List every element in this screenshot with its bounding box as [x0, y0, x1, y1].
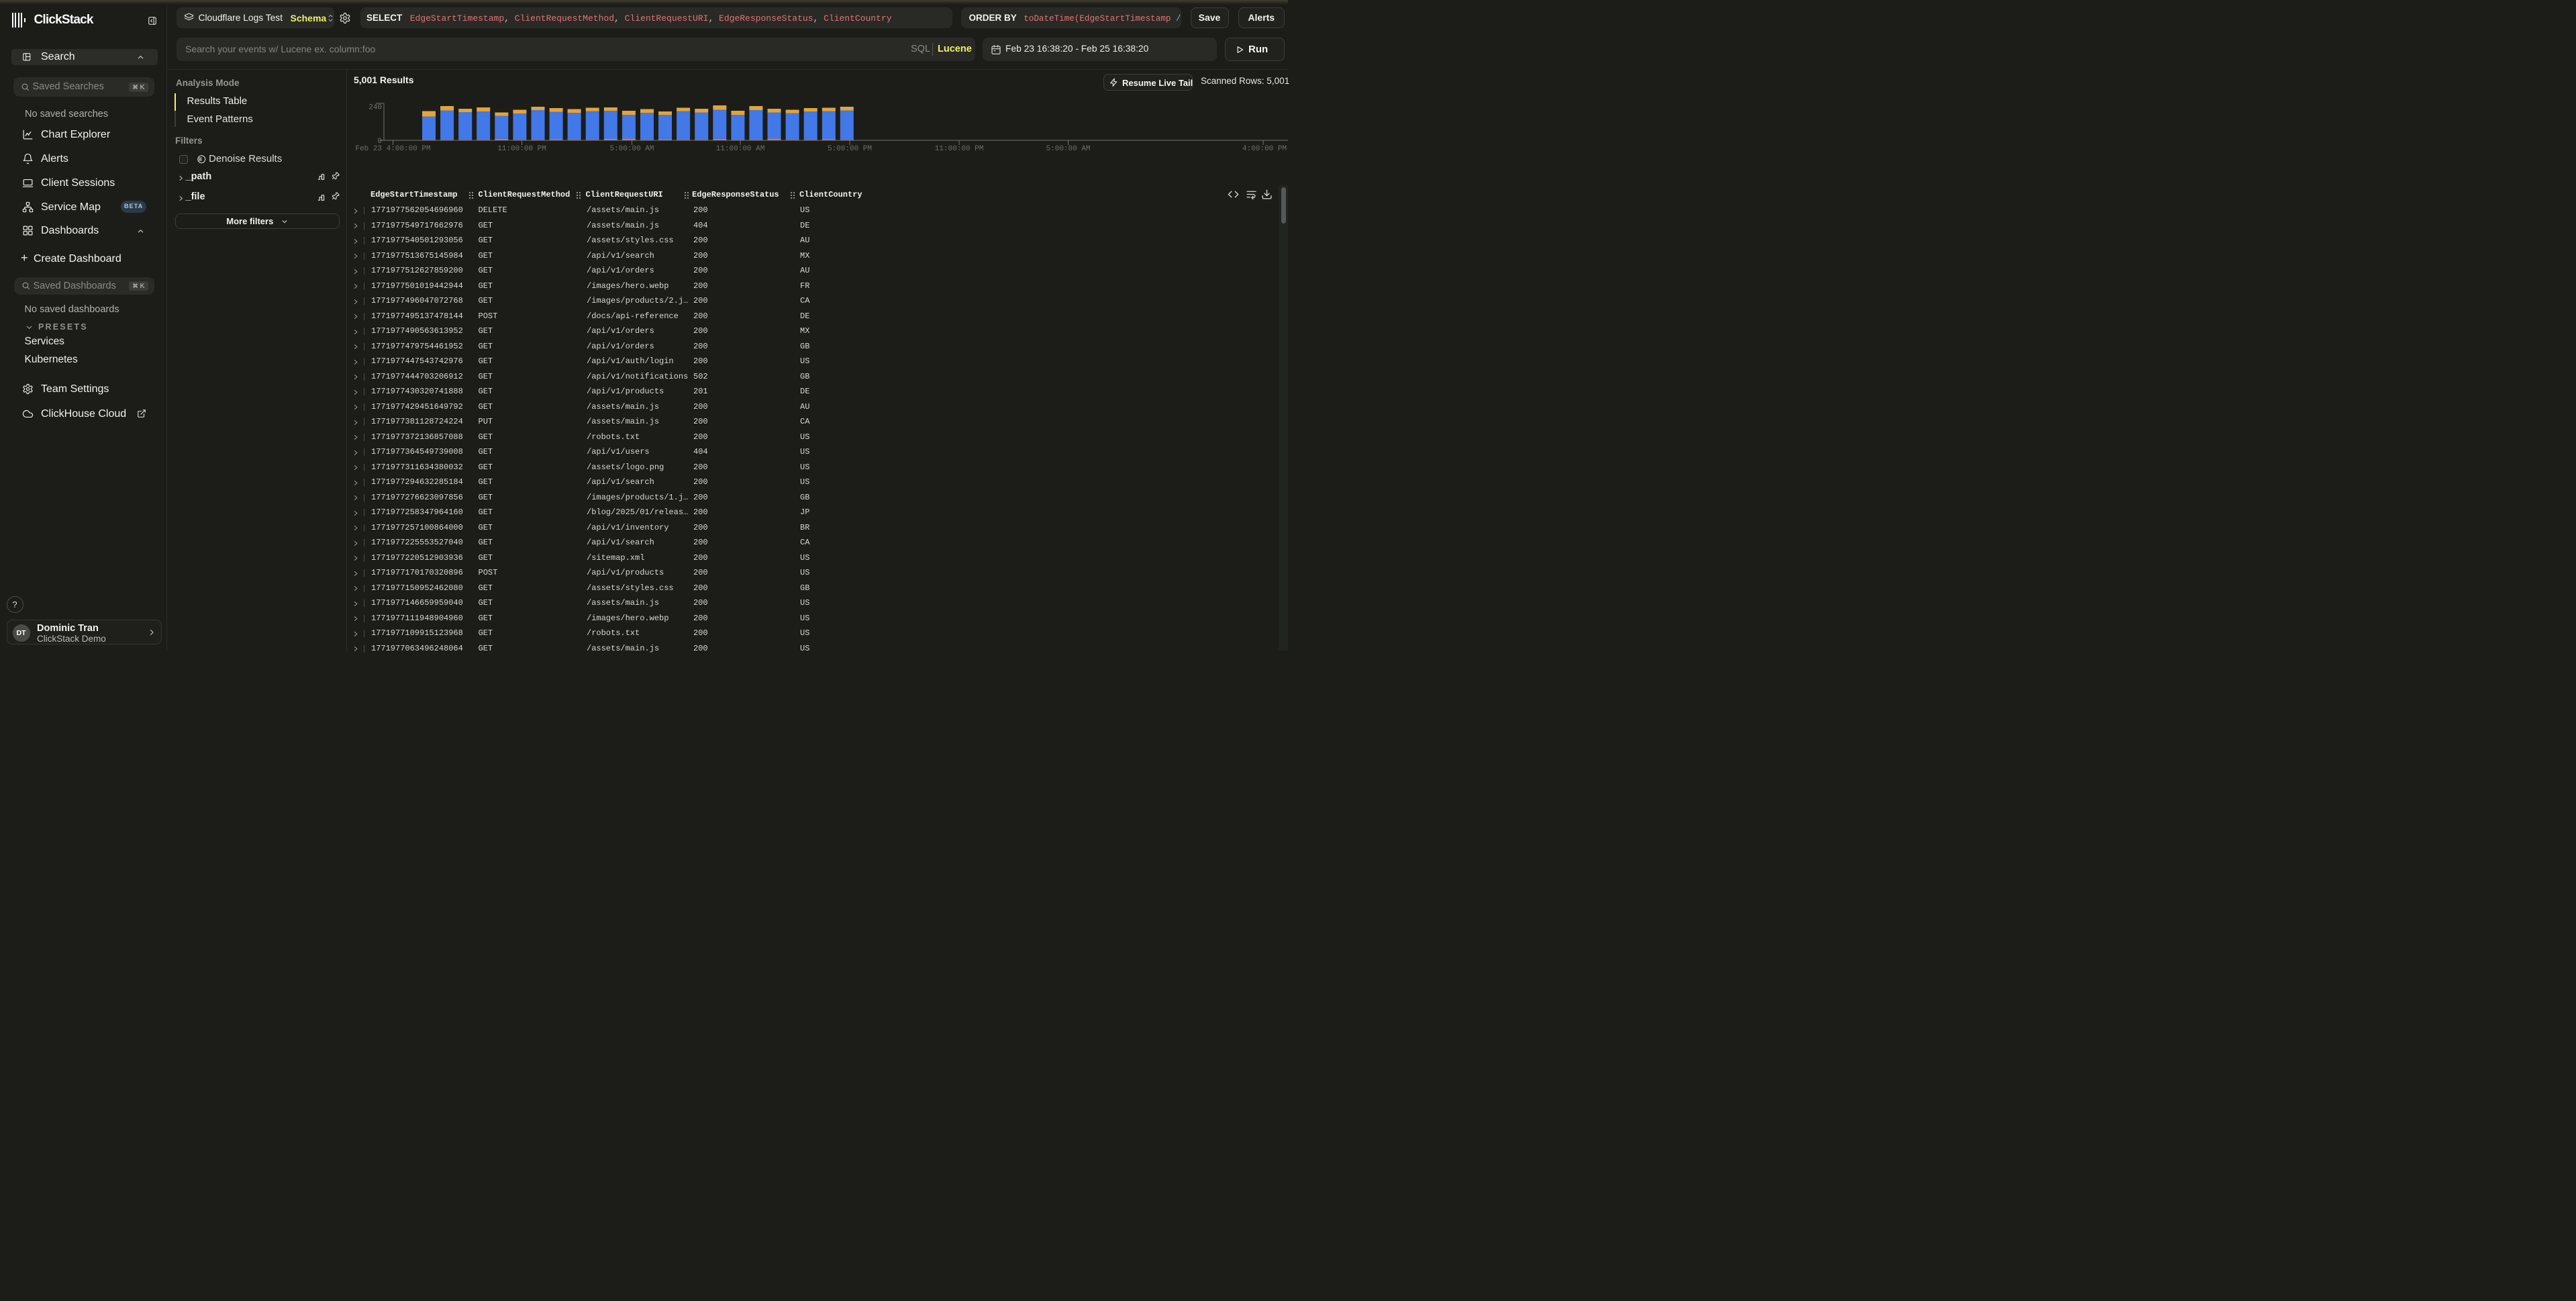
svg-text:240: 240: [368, 104, 382, 112]
svg-text:Feb 23 4:00:00 PM: Feb 23 4:00:00 PM: [355, 145, 430, 153]
svg-text:5:00:00 PM: 5:00:00 PM: [828, 145, 872, 153]
svg-text:5:00:00 AM: 5:00:00 AM: [1046, 145, 1090, 153]
svg-text:5:00:00 AM: 5:00:00 AM: [609, 145, 654, 153]
svg-text:11:00:00 PM: 11:00:00 PM: [497, 145, 546, 153]
svg-text:11:00:00 AM: 11:00:00 AM: [716, 145, 765, 153]
svg-text:11:00:00 PM: 11:00:00 PM: [935, 145, 984, 153]
svg-text:4:00:00 PM: 4:00:00 PM: [1242, 145, 1287, 153]
